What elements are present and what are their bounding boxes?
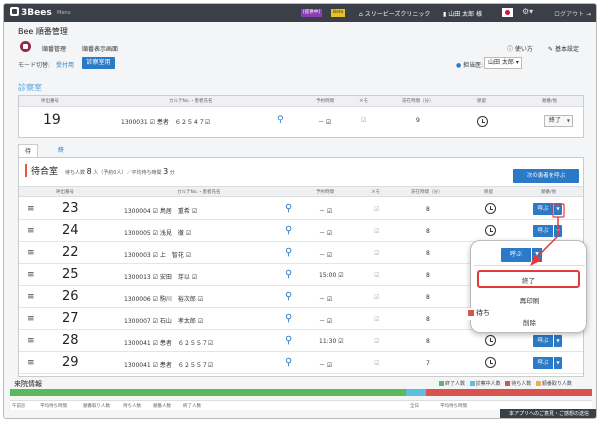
legend-waiting: 待ち人数 (511, 381, 532, 387)
legend-finished-swatch (439, 381, 444, 386)
bar-segment (10, 389, 406, 396)
legend-in-exam-swatch (469, 381, 475, 386)
stat-am: 午前診 (12, 404, 26, 409)
legend-taken-swatch (535, 381, 541, 386)
feedback-button[interactable]: 本アプリへのご意見・ご感想の送信 (500, 409, 596, 418)
stat-all-day: 全日 (410, 404, 419, 409)
legend-finished: 終了人数 (445, 381, 466, 387)
stat-waiting: 待ち人数 (123, 404, 141, 409)
callout-arrow (530, 203, 565, 266)
bar-segment (426, 389, 592, 396)
legend-in-exam: 診察中人数 (475, 381, 501, 387)
stat-avg-wait: 平均待ち時間 (40, 404, 67, 409)
visit-info-title: 来院情報 (14, 380, 42, 388)
stat-all-avg-wait: 平均待ち時間 (440, 404, 467, 409)
visit-legend: 終了人数 診察中人数 待ち人数 順番取り人数 (436, 380, 572, 387)
legend-taken: 順番取り人数 (541, 381, 572, 387)
stat-finished: 終了人数 (183, 404, 201, 409)
legend-waiting-swatch (505, 381, 511, 386)
bar-segment (406, 389, 426, 396)
stat-order: 順番人数 (153, 404, 171, 409)
app-window: 3Bees Menu [提供中] Beta ⌂ スリービーズクリニック ▮ 山田… (3, 3, 597, 419)
stat-taken: 順番取り人数 (83, 404, 110, 409)
